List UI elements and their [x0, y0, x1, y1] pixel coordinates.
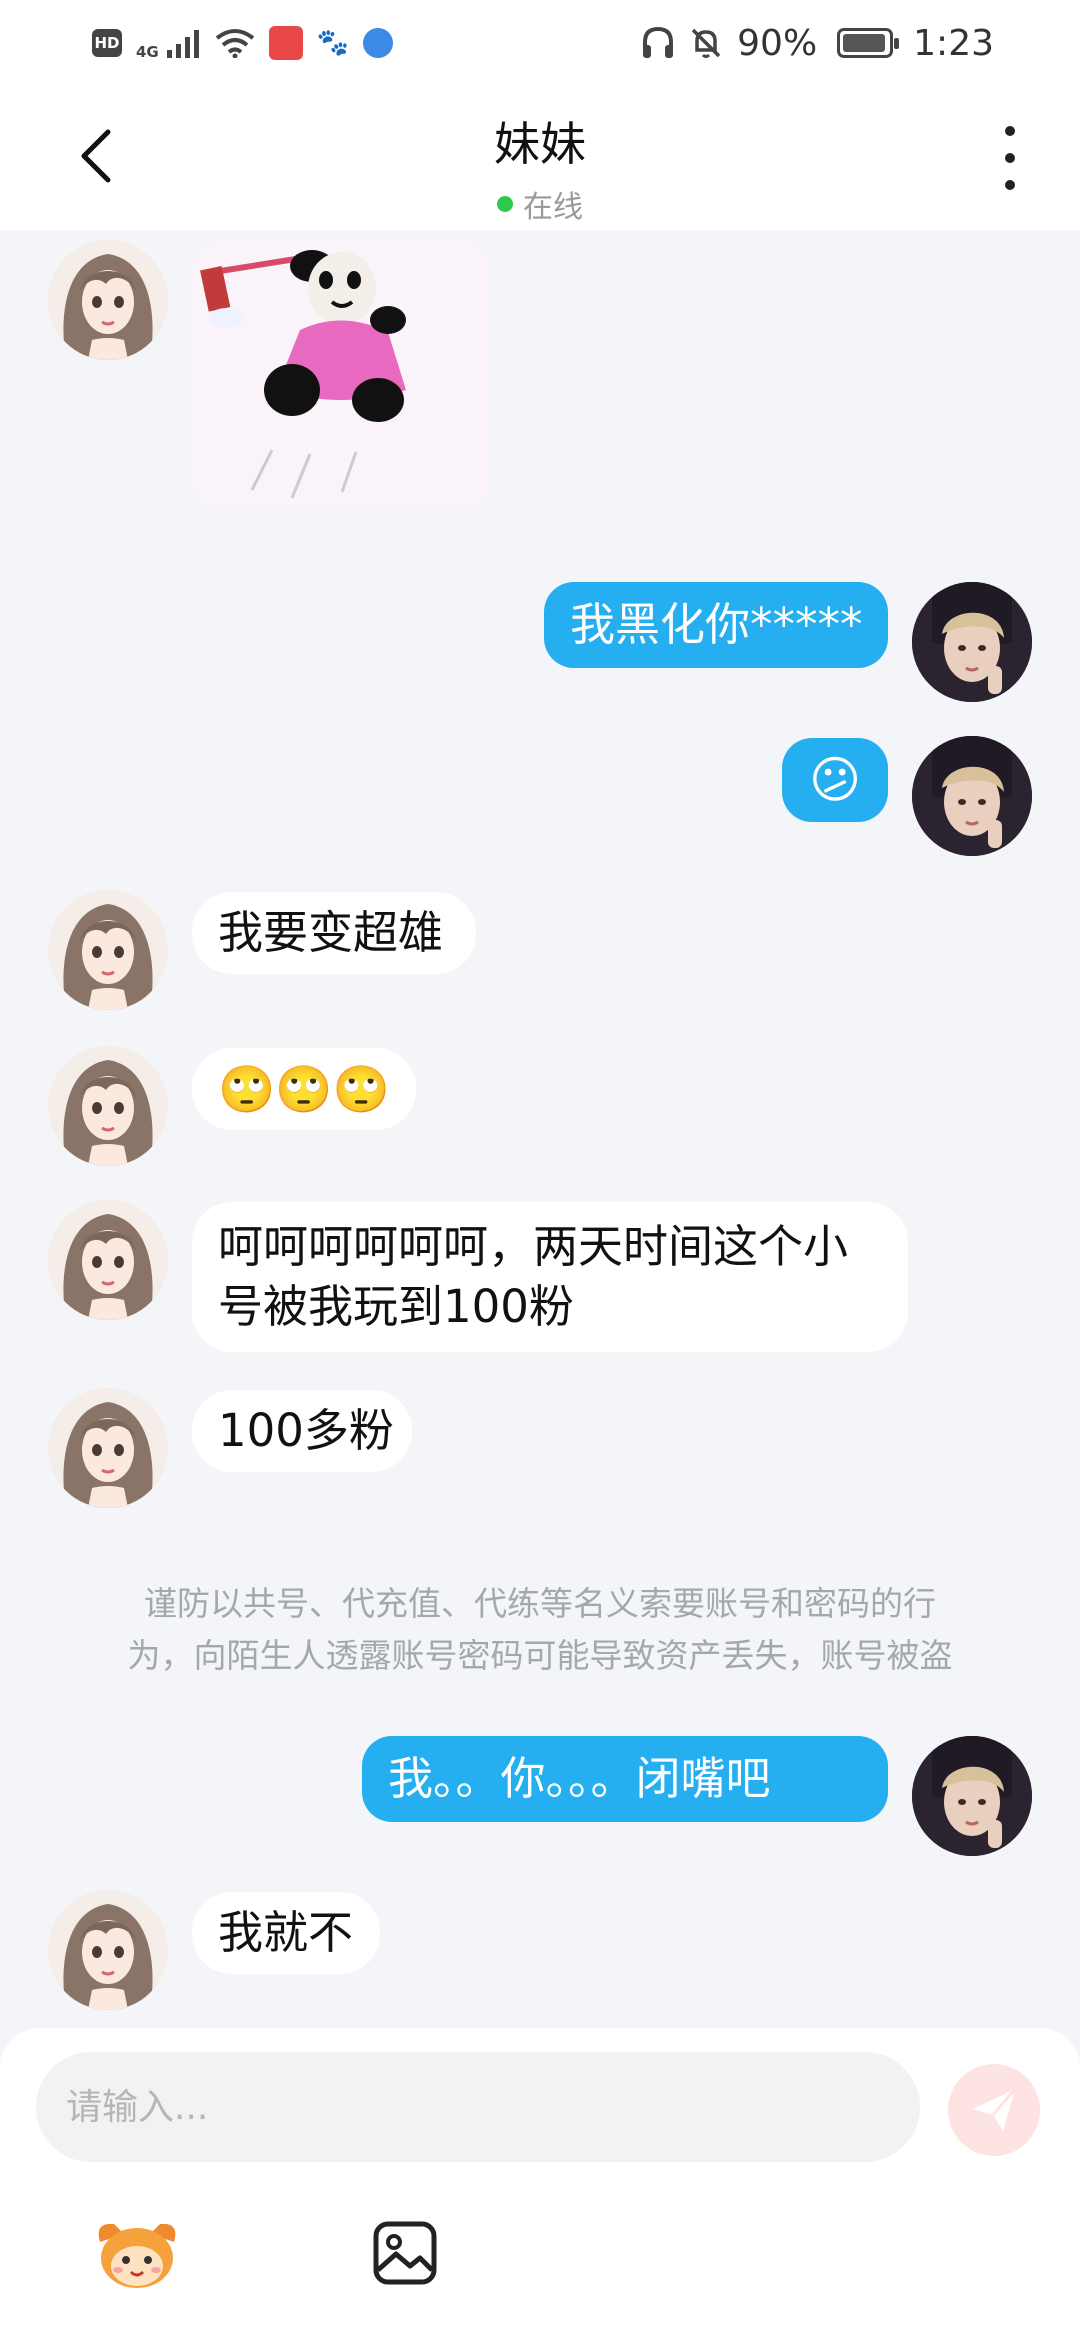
message-text: 我黑化你***** [570, 598, 863, 651]
notice-line-1: 谨防以共号、代充值、代练等名义索要账号和密码的行 [144, 1584, 936, 1623]
image-picker-icon [373, 2221, 437, 2285]
my-avatar[interactable] [912, 1736, 1032, 1856]
send-plane-icon [973, 2088, 1017, 2131]
online-dot-icon [497, 196, 513, 212]
emoji-bubble-out[interactable]: 😕 [782, 738, 888, 822]
signal-icon [166, 30, 199, 58]
battery-percent: 90% [737, 22, 818, 64]
online-status: 在线 [0, 182, 1080, 226]
browser-app-icon [362, 28, 393, 58]
message-bubble-out[interactable]: 我。。你。。。闭嘴吧 [362, 1736, 888, 1822]
message-text-line-2: 号被我玩到100粉 [218, 1280, 574, 1333]
my-avatar[interactable] [912, 582, 1032, 702]
emoji-picker-button[interactable] [94, 2212, 180, 2292]
sticker-image [192, 240, 490, 510]
safety-notice: 谨防以共号、代充值、代练等名义索要账号和密码的行 为，向陌生人透露账号密码可能导… [80, 1578, 1000, 1682]
contact-avatar[interactable] [48, 890, 168, 1010]
message-input[interactable] [36, 2052, 920, 2162]
composer-panel [0, 2028, 1080, 2340]
image-picker-button[interactable] [370, 2218, 440, 2288]
emoji-bubble-in[interactable]: 🙄🙄🙄 [192, 1048, 416, 1130]
contact-avatar[interactable] [48, 240, 168, 360]
mascot-emoji-icon [98, 2223, 176, 2288]
message-bubble-in[interactable]: 我要变超雄 [192, 892, 476, 974]
online-status-label: 在线 [523, 190, 583, 225]
more-vertical-icon [1005, 126, 1015, 136]
baidu-app-icon: 🐾 [316, 28, 349, 58]
title-block: 妹妹 在线 [0, 108, 1080, 226]
notice-line-2: 为，向陌生人透露账号密码可能导致资产丢失，账号被盗 [127, 1636, 953, 1675]
clock: 1:23 [913, 22, 994, 64]
eye-roll-emoji: 🙄🙄🙄 [218, 1062, 390, 1116]
send-button[interactable] [948, 2064, 1040, 2156]
my-avatar[interactable] [912, 736, 1032, 856]
message-bubble-out[interactable]: 我黑化你***** [544, 582, 888, 668]
message-bubble-in[interactable]: 呵呵呵呵呵呵，两天时间这个小 号被我玩到100粉 [192, 1202, 908, 1352]
wifi-icon [215, 29, 254, 58]
contact-avatar[interactable] [48, 1388, 168, 1508]
contact-avatar[interactable] [48, 1890, 168, 2010]
contact-avatar[interactable] [48, 1200, 168, 1320]
message-bubble-in[interactable]: 我就不 [192, 1892, 380, 1974]
headphones-icon [643, 26, 674, 58]
message-text: 我就不 [218, 1906, 354, 1959]
message-text-line-1: 呵呵呵呵呵呵，两天时间这个小 [218, 1220, 849, 1273]
chat-header: 妹妹 在线 [0, 86, 1080, 230]
message-bubble-in[interactable]: 100多粉 [192, 1390, 412, 1472]
contact-avatar[interactable] [48, 1046, 168, 1166]
contact-name: 妹妹 [494, 117, 586, 171]
mute-bell-icon [691, 28, 721, 58]
network-type-label: 4G [136, 43, 159, 61]
confused-face-emoji: 😕 [808, 751, 862, 809]
more-options-button[interactable] [990, 126, 1030, 190]
message-text: 我。。你。。。闭嘴吧 [388, 1752, 771, 1805]
sticker-message[interactable] [192, 240, 490, 510]
message-text: 100多粉 [218, 1404, 394, 1457]
status-bar: HD 4G 🐾 90% 1:23 [0, 0, 1080, 86]
battery-icon [837, 28, 900, 58]
status-right: 90% 1:23 [641, 23, 994, 64]
message-text: 我要变超雄 [218, 906, 444, 959]
status-left: HD 4G 🐾 [92, 25, 393, 61]
huawei-app-icon [268, 26, 303, 60]
hd-icon: HD [92, 29, 122, 57]
